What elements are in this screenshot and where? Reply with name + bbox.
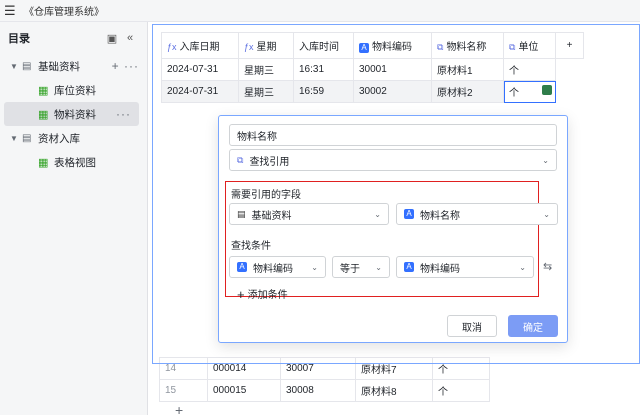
grid-view-icon: ▦ [38, 108, 49, 121]
cancel-button[interactable]: 取消 [447, 315, 497, 337]
table-row[interactable]: 2024-07-31 星期三 16:31 30001 原材料1 个 [161, 58, 584, 81]
cell[interactable]: 星期三 [238, 80, 294, 103]
chevron-down-icon: ⌄ [543, 209, 550, 219]
formula-icon: ƒx [167, 42, 177, 52]
cell[interactable]: 星期三 [238, 58, 294, 81]
add-condition-button[interactable]: + 添加条件 [237, 286, 288, 302]
cell[interactable]: 30001 [353, 58, 432, 81]
cell[interactable]: 个 [432, 379, 490, 402]
add-row-button[interactable]: + [175, 402, 183, 415]
column-header[interactable]: ƒx 星期 [238, 32, 294, 59]
caret-down-icon[interactable]: ▼ [10, 134, 22, 143]
field-config-popup: 物料名称 ⧉ 查找引用 ⌄ 需要引用的字段 ▤ 基础资料 ⌄ A 物料名称 ⌄ … [218, 115, 568, 343]
cell[interactable]: 2024-07-31 [161, 58, 239, 81]
data-grid: ƒx 入库日期 ƒx 星期 入库时间 A 物料编码 ⧉ 物料名称 ⧉ 单位 + 2024-… [161, 32, 584, 103]
expand-icon[interactable] [542, 85, 552, 95]
row-number: 14 [159, 357, 208, 380]
chevron-down-icon: ⌄ [311, 262, 318, 272]
cond-field-select[interactable]: A 物料编码 ⌄ [229, 256, 326, 278]
more-options-icon[interactable]: ··· [116, 107, 131, 121]
empty-cell [555, 80, 584, 103]
ref-table-select[interactable]: ▤ 基础资料 ⌄ [229, 203, 389, 225]
sidebar-group-label: 资材入库 [38, 132, 80, 145]
text-field-icon: A [404, 209, 414, 219]
column-header[interactable]: A 物料编码 [353, 32, 432, 59]
field-name-input[interactable]: 物料名称 [229, 124, 557, 146]
confirm-button[interactable]: 确定 [508, 315, 558, 337]
table-icon: ▤ [22, 132, 32, 144]
grid-view-icon: ▦ [38, 156, 49, 169]
empty-cell [556, 59, 584, 81]
hamburger-menu-icon[interactable]: ☰ [4, 3, 18, 19]
sidebar-header: 目录 ▣ « [0, 22, 147, 54]
table-row[interactable]: 15 000015 30008 原材料8 个 [159, 379, 490, 402]
table-row[interactable]: 2024-07-31 星期三 16:59 30002 原材料2 个 [161, 80, 584, 103]
table-row[interactable]: 14 000014 30007 原材料7 个 [159, 357, 490, 380]
group-actions-icon[interactable]: + ··· [112, 59, 139, 73]
panel-icon[interactable]: ▣ [103, 32, 121, 45]
table-icon: ▤ [22, 60, 32, 72]
chevron-down-icon: ⌄ [374, 209, 381, 219]
cond-value-select[interactable]: A 物料编码 ⌄ [396, 256, 534, 278]
app-title: 《仓库管理系统》 [24, 7, 104, 18]
column-header[interactable]: ⧉ 单位 [503, 32, 556, 59]
text-field-icon: A [359, 43, 369, 53]
plus-icon: + [237, 287, 245, 302]
cell[interactable]: 2024-07-31 [161, 80, 239, 103]
lookup-icon: ⧉ [509, 42, 516, 52]
cell[interactable]: 原材料2 [431, 80, 504, 103]
sidebar-item-material[interactable]: ▦ 物料资料 ··· [4, 102, 139, 126]
cond-operator-select[interactable]: 等于 ⌄ [332, 256, 390, 278]
cell[interactable]: 30007 [280, 357, 356, 380]
data-grid-lower: 14 000014 30007 原材料7 个 15 000015 30008 原… [159, 357, 490, 402]
grid-view-icon: ▦ [38, 84, 49, 97]
ref-section-label: 需要引用的字段 [231, 190, 301, 201]
sidebar-item-location[interactable]: ▦ 库位资料 [0, 78, 147, 102]
sidebar-item-label: 表格视图 [54, 156, 96, 169]
selected-cell[interactable]: 个 [503, 80, 556, 103]
swap-icon[interactable]: ⇆ [543, 260, 552, 273]
sidebar-item-label: 库位资料 [54, 84, 96, 97]
sidebar-title: 目录 [8, 33, 30, 45]
column-header[interactable]: ⧉ 物料名称 [431, 32, 504, 59]
ref-field-select[interactable]: A 物料名称 ⌄ [396, 203, 558, 225]
cond-section-label: 查找条件 [231, 241, 271, 252]
chevron-down-icon: ⌄ [542, 155, 549, 165]
header-row: ƒx 入库日期 ƒx 星期 入库时间 A 物料编码 ⧉ 物料名称 ⧉ 单位 + [161, 32, 584, 59]
sidebar: 目录 ▣ « ▼ ▤ 基础资料 + ··· ▦ 库位资料 ▦ 物料资料 ··· … [0, 22, 148, 415]
top-bar: ☰ 《仓库管理系统》 [0, 0, 640, 22]
chevron-down-icon: ⌄ [519, 262, 526, 272]
row-number: 15 [159, 379, 208, 402]
cell[interactable]: 30002 [353, 80, 432, 103]
sidebar-item-label: 物料资料 [54, 108, 96, 121]
sidebar-group-inbound[interactable]: ▼ ▤ 资材入库 [0, 126, 147, 150]
text-field-icon: A [404, 262, 414, 272]
add-column-button[interactable]: + [555, 32, 584, 59]
column-header[interactable]: 入库时间 [293, 32, 354, 59]
cell[interactable]: 个 [432, 357, 490, 380]
collapse-sidebar-icon[interactable]: « [121, 32, 139, 44]
cell[interactable]: 30008 [280, 379, 356, 402]
chevron-down-icon: ⌄ [375, 262, 382, 272]
sidebar-group-base-data[interactable]: ▼ ▤ 基础资料 + ··· [0, 54, 147, 78]
lookup-icon: ⧉ [237, 154, 244, 165]
cell[interactable]: 个 [503, 58, 556, 81]
cell[interactable]: 16:59 [293, 80, 354, 103]
cell[interactable]: 16:31 [293, 58, 354, 81]
formula-icon: ƒx [244, 42, 254, 52]
text-field-icon: A [237, 262, 247, 272]
cell[interactable]: 000015 [207, 379, 281, 402]
column-header[interactable]: ƒx 入库日期 [161, 32, 239, 59]
table-icon: ▤ [237, 208, 246, 219]
sidebar-group-label: 基础资料 [38, 60, 80, 73]
cell[interactable]: 原材料8 [355, 379, 433, 402]
sidebar-item-table-view[interactable]: ▦ 表格视图 [0, 150, 147, 174]
field-type-select[interactable]: ⧉ 查找引用 ⌄ [229, 149, 557, 171]
cell[interactable]: 原材料7 [355, 357, 433, 380]
caret-down-icon[interactable]: ▼ [10, 62, 22, 71]
cell[interactable]: 000014 [207, 357, 281, 380]
cell[interactable]: 原材料1 [431, 58, 504, 81]
lookup-icon: ⧉ [437, 42, 444, 52]
